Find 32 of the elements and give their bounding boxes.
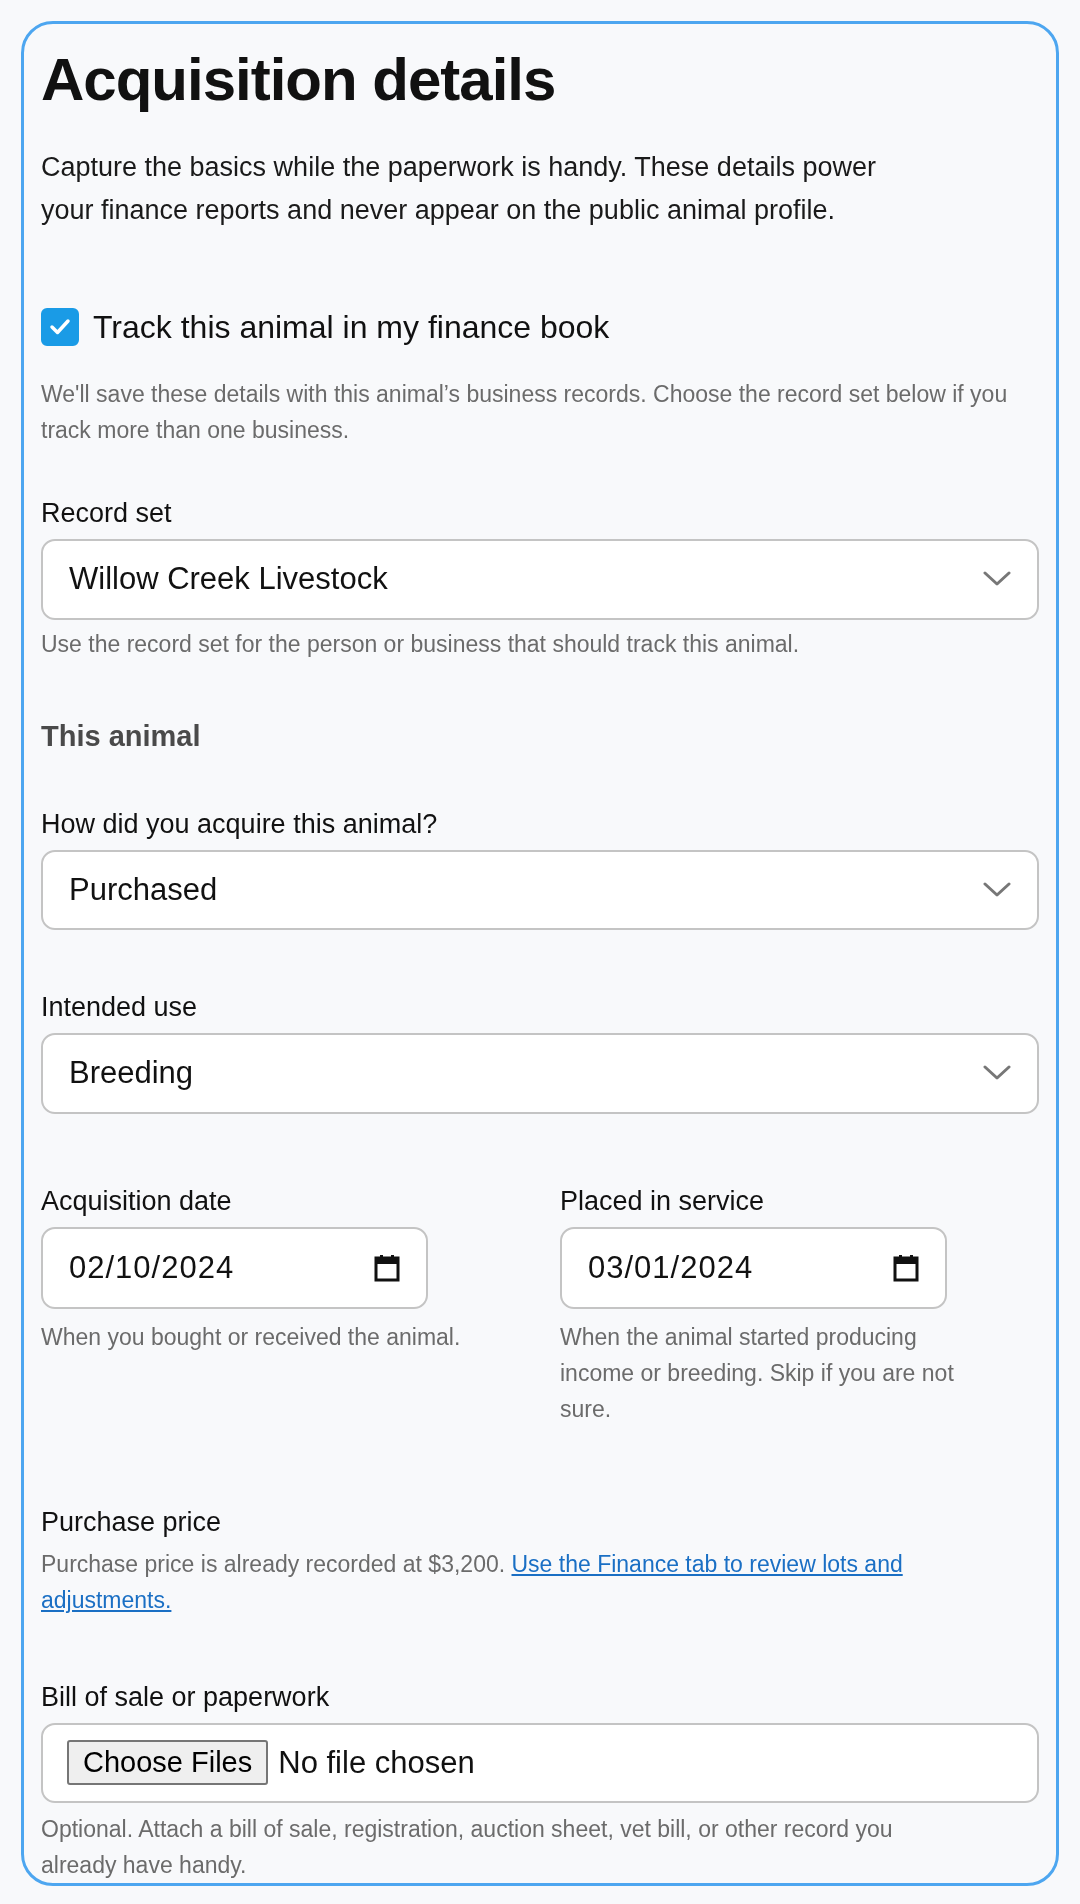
- field-label: Placed in service: [560, 1185, 765, 1217]
- help-text: When you bought or received the animal.: [41, 1322, 462, 1352]
- tracking-checkbox[interactable]: [41, 308, 79, 346]
- help-text: We'll save these details with this animal’s business records. Choose the record set below if you track more than one business.: [41, 380, 1009, 445]
- date-field[interactable]: 03/01/2024: [560, 1226, 947, 1309]
- dropdown-select[interactable]: Purchased: [41, 849, 1039, 930]
- file-upload-field[interactable]: Choose Files No file chosen: [41, 1722, 1039, 1803]
- chevron-down-icon: [983, 571, 1011, 588]
- field-label: Intended use: [41, 992, 198, 1023]
- section-heading: This animal: [41, 719, 201, 753]
- field-label: Record set: [41, 498, 172, 529]
- help-text: Use the record set for the person or business that should track this animal.: [41, 629, 801, 659]
- date-field[interactable]: 02/10/2024: [41, 1226, 428, 1309]
- checkbox-label: Track this animal in my finance book: [93, 308, 610, 346]
- calendar-icon[interactable]: [374, 1253, 400, 1282]
- intro-text: Capture the basics while the paperwork is handy. These details power your finance reports and never appear on the public animal profile.: [41, 151, 877, 227]
- file-status-text: No file chosen: [278, 1744, 475, 1781]
- field-label: How did you acquire this animal?: [41, 808, 438, 840]
- calendar-icon[interactable]: [893, 1253, 919, 1282]
- field-label: Acquisition date: [41, 1185, 232, 1217]
- field-label: Bill of sale or paperwork: [41, 1681, 330, 1713]
- price-note: Purchase price is already recorded at $3,200. Use the Finance tab to review lots and adjustments.: [41, 1549, 904, 1615]
- record-set-select[interactable]: Willow Creek Livestock: [41, 539, 1039, 620]
- chevron-down-icon: [983, 1065, 1011, 1082]
- choose-files-button[interactable]: Choose Files: [67, 1740, 269, 1786]
- help-text: When the animal started producing income or breeding. Skip if you are not sure.: [560, 1322, 955, 1424]
- dropdown-select[interactable]: Breeding: [41, 1033, 1039, 1114]
- checkmark-icon: [49, 318, 71, 336]
- help-text: Optional. Attach a bill of sale, registration, auction sheet, vet bill, or other record you already have handy.: [41, 1815, 894, 1880]
- field-label: Purchase price: [41, 1506, 222, 1538]
- page-title: Acquisition details: [41, 45, 556, 115]
- chevron-down-icon: [983, 881, 1011, 898]
